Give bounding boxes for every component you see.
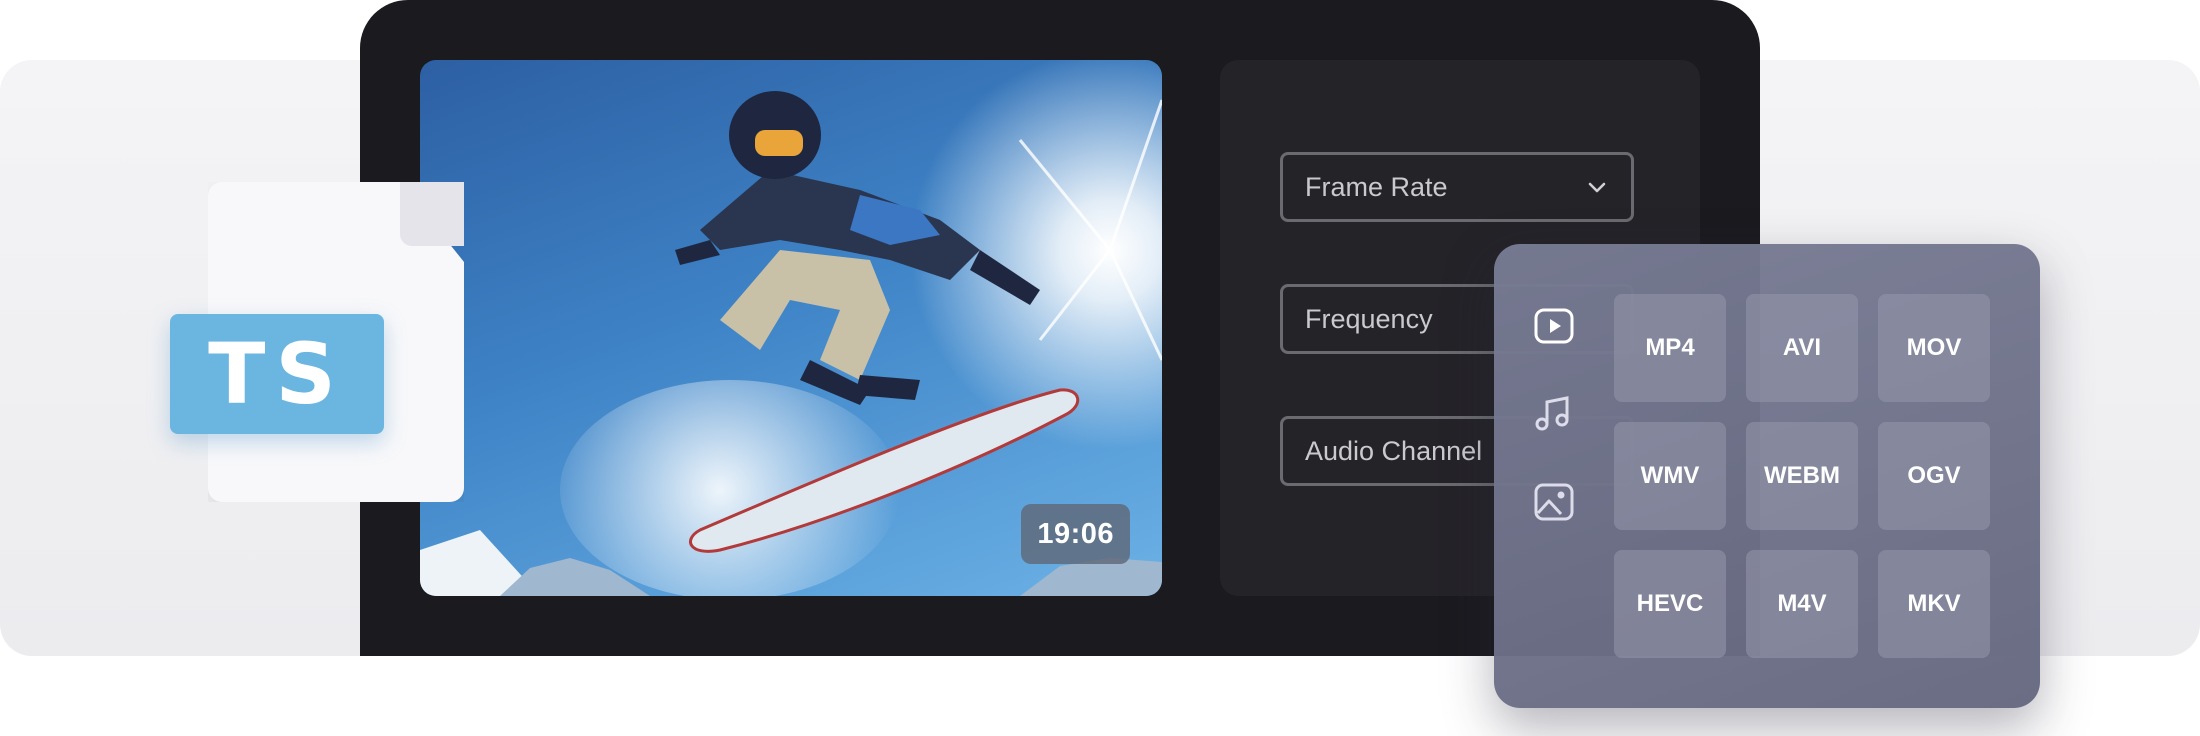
audio-channel-label: Audio Channel (1305, 435, 1483, 466)
video-duration-badge: 19:06 (1021, 504, 1130, 564)
chevron-down-icon (1588, 182, 1606, 193)
file-corner-fold (400, 182, 464, 246)
music-icon[interactable] (1532, 392, 1576, 436)
format-button-hevc[interactable]: HEVC (1614, 550, 1726, 658)
file-extension-badge: TS (170, 314, 384, 434)
frequency-label: Frequency (1305, 303, 1433, 334)
format-button-mkv[interactable]: MKV (1878, 550, 1990, 658)
format-button-avi[interactable]: AVI (1746, 294, 1858, 402)
format-button-mp4[interactable]: MP4 (1614, 294, 1726, 402)
format-button-mov[interactable]: MOV (1878, 294, 1990, 402)
image-icon[interactable] (1532, 480, 1576, 524)
frame-rate-label: Frame Rate (1305, 171, 1448, 202)
format-button-ogv[interactable]: OGV (1878, 422, 1990, 530)
format-button-wmv[interactable]: WMV (1614, 422, 1726, 530)
format-picker-panel: MP4 AVI MOV WMV WEBM OGV HEVC M4V MKV (1494, 244, 2040, 708)
frame-rate-select[interactable]: Frame Rate (1280, 152, 1634, 222)
video-icon[interactable] (1532, 304, 1576, 348)
video-preview[interactable]: 19:06 (420, 60, 1162, 596)
format-button-m4v[interactable]: M4V (1746, 550, 1858, 658)
format-button-webm[interactable]: WEBM (1746, 422, 1858, 530)
